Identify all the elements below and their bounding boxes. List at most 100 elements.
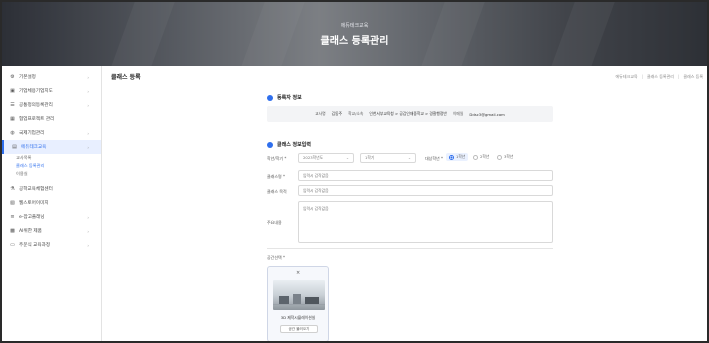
sidebar-item[interactable]: ⚗ 공학교육체험센터: [2, 182, 101, 196]
description-textarea[interactable]: 입력시 감작값음: [298, 201, 553, 243]
radio-icon: [473, 154, 478, 160]
chip-icon: ▩: [10, 227, 15, 234]
sidebar-item[interactable]: ▭ 주문식 교육과정 ›: [2, 238, 101, 252]
sidebar-item-label: 웹스토어이미지: [19, 201, 49, 206]
class-goal-label: 클래스 목적: [267, 189, 287, 194]
section-bullet-icon: [267, 94, 273, 101]
sidebar-subitem[interactable]: 이용실: [2, 170, 101, 178]
chevron-right-icon: ›: [87, 74, 89, 80]
image-icon: ▧: [10, 199, 15, 206]
sidebar-subitem[interactable]: 클래스 등록관리: [2, 162, 101, 170]
grade-radio-label: 3학년: [504, 154, 514, 159]
sidebar-item-label: AI위한 제품: [19, 229, 42, 234]
sidebar-item[interactable]: ▦ 협업프로젝트 관리: [2, 112, 101, 126]
chevron-right-icon: ›: [87, 88, 89, 94]
sidebar-item-label: e-잡고플래닝: [19, 215, 45, 220]
grade-radio-label: 2학년: [480, 154, 490, 159]
load-space-button[interactable]: 공간 불러오기: [280, 325, 318, 333]
sidebar-item[interactable]: ☰ 공통정의등록관리 ›: [2, 98, 101, 112]
grade-label: 대상학년 *: [425, 156, 443, 161]
breadcrumb-item: 클래스 등록: [683, 74, 703, 79]
breadcrumb: 에듀테크교육 | 클래스 등록관리 | 클래스 등록: [615, 74, 703, 80]
sidebar-item[interactable]: ▤ 에듀테크교육 ›: [2, 140, 101, 154]
grade-radio-label: 1학년: [456, 154, 466, 159]
book-icon: ▤: [12, 143, 17, 150]
sidebar-item-label: 에듀테크교육: [21, 145, 47, 150]
list-icon: ☰: [10, 101, 15, 108]
class-name-label: 클래스명 *: [267, 174, 285, 179]
flask-icon: ⚗: [10, 185, 15, 192]
chevron-right-icon: ›: [87, 214, 89, 220]
email-label: 이메일: [452, 111, 464, 116]
description-placeholder: 입력시 감작값음: [303, 206, 329, 211]
radio-icon: [497, 154, 502, 160]
school-label: 학교/소속: [348, 111, 364, 116]
class-info-title-text: 클래스 정보입력: [277, 142, 311, 148]
chevron-right-icon: ›: [87, 130, 89, 136]
sidebar-item[interactable]: ▩ AI위한 제품 ›: [2, 224, 101, 238]
sidebar-item[interactable]: ≡ e-잡고플래닝 ›: [2, 210, 101, 224]
main-content: 클래스 등록 에듀테크교육 | 클래스 등록관리 | 클래스 등록 등록자 정보…: [103, 66, 707, 341]
space-photo: [273, 280, 325, 310]
close-icon[interactable]: ×: [296, 270, 300, 276]
space-card-name: 3D 제작시뮬레이션실: [280, 315, 316, 320]
class-goal-input[interactable]: 입력시 감작값음: [298, 185, 553, 196]
sidebar-item-label: 공통정의등록관리: [19, 103, 53, 108]
gear-icon: ⚙: [10, 73, 15, 80]
chevron-right-icon: ›: [87, 242, 89, 248]
term-select-value: 1학기: [365, 155, 375, 160]
divider: [267, 248, 553, 249]
sidebar-item[interactable]: ◍ 국제기업관리 ›: [2, 126, 101, 140]
building-icon: ▣: [10, 87, 15, 94]
email-value: Ddsc3@gmail.com: [469, 111, 505, 117]
grade-radio-3[interactable]: 3학년: [497, 154, 513, 160]
section-bullet-icon: [267, 141, 273, 148]
year-select-value: 2023학년도: [303, 155, 324, 160]
space-label: 공간선택 *: [267, 255, 285, 260]
grid-icon: ▦: [10, 115, 15, 122]
sidebar-item-label: 주문식 교육과정: [19, 243, 51, 248]
term-select[interactable]: 1학기 ⌄: [360, 153, 416, 163]
radio-selected-icon: [449, 154, 454, 160]
sidebar-item-label: 기업체용기업지도: [19, 89, 53, 94]
chevron-down-icon: ⌄: [345, 156, 349, 160]
grade-radio-1[interactable]: 1학년: [446, 153, 469, 161]
chevron-right-icon: ›: [87, 102, 89, 108]
registrant-section-title: 등록자 정보: [267, 94, 302, 101]
sidebar-item-label: 공학교육체험센터: [19, 187, 53, 192]
grade-radio-2[interactable]: 2학년: [473, 154, 489, 160]
breadcrumb-separator: |: [641, 74, 643, 79]
document-icon: ▭: [10, 241, 15, 248]
description-label: 주요내용: [267, 220, 282, 225]
menu-icon: ≡: [10, 213, 15, 220]
space-card[interactable]: × 3D 제작시뮬레이션실 공간 불러오기: [267, 266, 329, 341]
teacher-label: 교사명: [315, 111, 326, 116]
sidebar-item[interactable]: ▧ 웹스토어이미지: [2, 196, 101, 210]
year-select[interactable]: 2023학년도 ⌄: [298, 153, 354, 163]
registrant-title-text: 등록자 정보: [277, 95, 302, 101]
school-value: 인천서부교육청 > 공감인재중학교 > 경찰행정반: [369, 111, 447, 116]
class-goal-placeholder: 입력시 감작값음: [303, 187, 329, 193]
chevron-right-icon: ›: [87, 228, 89, 234]
sidebar-item-label: 협업프로젝트 관리: [19, 117, 55, 122]
class-name-placeholder: 입력시 감작값음: [303, 172, 329, 178]
chevron-down-icon: ⌄: [407, 156, 411, 160]
class-info-section-title: 클래스 정보입력: [267, 141, 311, 148]
hero-banner: 에듀테크교육 클래스 등록관리: [2, 2, 707, 66]
page-title: 클래스 등록: [111, 74, 141, 81]
registrant-info-box: 교사명 김동주 학교/소속 인천서부교육청 > 공감인재중학교 > 경찰행정반 …: [267, 106, 553, 122]
breadcrumb-item[interactable]: 클래스 등록관리: [647, 74, 674, 80]
sidebar-item[interactable]: ⚙ 기본설정 ›: [2, 70, 101, 84]
hero-title: 클래스 등록관리: [320, 36, 389, 47]
sidebar-item-label: 국제기업관리: [19, 131, 45, 136]
breadcrumb-item[interactable]: 에듀테크교육: [615, 74, 637, 80]
sidebar: ⚙ 기본설정 › ▣ 기업체용기업지도 › ☰ 공통정의등록관리 › ▦ 협업프로젝트 관리 ◍ 국제기…: [2, 66, 102, 341]
breadcrumb-separator: |: [677, 74, 680, 79]
sidebar-item[interactable]: ▣ 기업체용기업지도 ›: [2, 84, 101, 98]
teacher-value: 김동주: [331, 111, 343, 116]
hero-subtitle: 에듀테크교육: [340, 23, 369, 29]
sidebar-subitem[interactable]: 교사목록: [2, 154, 101, 162]
class-name-input[interactable]: 입력시 감작값음: [298, 170, 553, 181]
app-frame: 에듀테크교육 클래스 등록관리 ⚙ 기본설정 › ▣ 기업체용기업지도 › ☰ 공통정의등록관…: [0, 0, 709, 343]
sidebar-item-label: 기본설정: [19, 75, 36, 80]
